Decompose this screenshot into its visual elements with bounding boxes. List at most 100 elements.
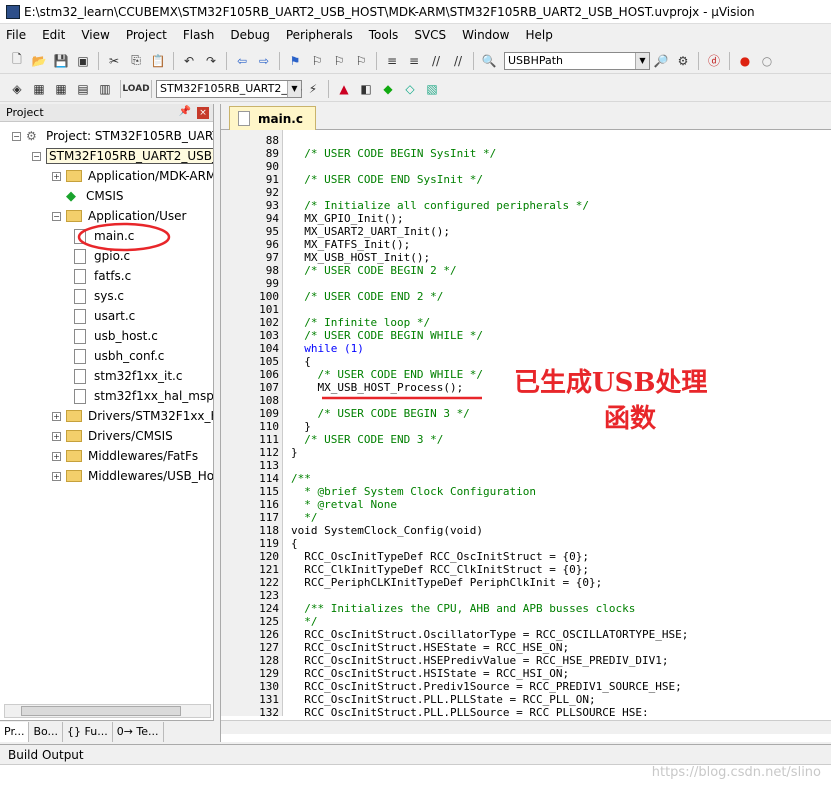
- unindent-icon[interactable]: ≡: [405, 52, 423, 70]
- chevron-down-icon[interactable]: ▼: [635, 53, 649, 69]
- indent-icon[interactable]: ≡: [383, 52, 401, 70]
- tab-main-c[interactable]: main.c: [229, 106, 316, 130]
- tree-group-item[interactable]: −Application/User: [52, 206, 186, 226]
- tree-file-item[interactable]: gpio.c: [72, 246, 130, 266]
- debug-session-icon[interactable]: ⓓ: [705, 52, 723, 70]
- tree-node-target[interactable]: − STM32F105RB_UART2_USB_HOST: [32, 146, 213, 166]
- expand-toggle[interactable]: +: [52, 432, 61, 441]
- line-number: 95: [221, 225, 279, 238]
- clear-bookmarks-icon[interactable]: ⚐: [352, 52, 370, 70]
- menu-tools[interactable]: Tools: [369, 28, 399, 42]
- target-options-icon[interactable]: ⚡: [304, 80, 322, 98]
- horizontal-scrollbar[interactable]: [4, 704, 211, 718]
- navigate-forward-icon[interactable]: ⇨: [255, 52, 273, 70]
- collapse-toggle[interactable]: −: [12, 132, 21, 141]
- translate-icon[interactable]: ◈: [8, 80, 26, 98]
- expand-toggle[interactable]: +: [52, 472, 61, 481]
- line-number: 128: [221, 654, 279, 667]
- menu-edit[interactable]: Edit: [42, 28, 65, 42]
- tree-group-item[interactable]: +Application/MDK-ARM: [52, 166, 213, 186]
- next-bookmark-icon[interactable]: ⚐: [330, 52, 348, 70]
- menu-window[interactable]: Window: [462, 28, 509, 42]
- close-icon[interactable]: ×: [197, 107, 209, 119]
- tree-group-item[interactable]: ◆CMSIS: [52, 186, 124, 206]
- incremental-find-icon[interactable]: ⚙: [674, 52, 692, 70]
- tree-item-label: Drivers/STM32F1xx_HA: [88, 409, 213, 423]
- menu-project[interactable]: Project: [126, 28, 167, 42]
- toolbar-separator: [226, 52, 227, 70]
- save-icon[interactable]: 💾: [52, 52, 70, 70]
- line-number: 112: [221, 446, 279, 459]
- menu-debug[interactable]: Debug: [230, 28, 269, 42]
- expand-toggle[interactable]: +: [52, 412, 61, 421]
- editor-horizontal-scrollbar[interactable]: [221, 720, 831, 734]
- pin-icon[interactable]: 📌: [179, 106, 191, 117]
- uncomment-icon[interactable]: //: [449, 52, 467, 70]
- manage-project-icon[interactable]: ▲: [335, 80, 353, 98]
- select-packs-icon[interactable]: ◧: [357, 80, 375, 98]
- line-number: 97: [221, 251, 279, 264]
- panel-tab-1[interactable]: Bo...: [29, 722, 63, 742]
- bookmark-icon[interactable]: ⚑: [286, 52, 304, 70]
- code-line: RCC_ClkInitTypeDef RCC_ClkInitStruct = {…: [291, 563, 589, 576]
- paste-icon[interactable]: 📋: [149, 52, 167, 70]
- menu-help[interactable]: Help: [525, 28, 552, 42]
- comment-icon[interactable]: //: [427, 52, 445, 70]
- stm32cubemx-icon[interactable]: ▧: [423, 80, 441, 98]
- new-file-icon[interactable]: 🗋: [8, 52, 26, 70]
- panel-tab-3[interactable]: 0→ Te...: [113, 722, 164, 742]
- save-all-icon[interactable]: ▣: [74, 52, 92, 70]
- tree-node-project[interactable]: − ⚙ Project: STM32F105RB_UART2_: [12, 126, 213, 146]
- pack-installer-icon[interactable]: ◇: [401, 80, 419, 98]
- redo-icon[interactable]: ↷: [202, 52, 220, 70]
- tree-group-item[interactable]: +Drivers/CMSIS: [52, 426, 173, 446]
- batch-build-icon[interactable]: ▤: [74, 80, 92, 98]
- undo-icon[interactable]: ↶: [180, 52, 198, 70]
- code-line: /* Infinite loop */: [291, 316, 430, 329]
- download-icon[interactable]: LOAD: [127, 80, 145, 98]
- tree-file-item[interactable]: stm32f1xx_hal_msp: [72, 386, 213, 406]
- stop-build-icon[interactable]: ▥: [96, 80, 114, 98]
- copy-icon[interactable]: ⎘: [127, 52, 145, 70]
- rebuild-icon[interactable]: ▦: [52, 80, 70, 98]
- disable-breakpoint-icon[interactable]: ○: [758, 52, 776, 70]
- tree-file-item[interactable]: main.c: [72, 226, 134, 246]
- collapse-toggle[interactable]: −: [32, 152, 41, 161]
- navigate-back-icon[interactable]: ⇦: [233, 52, 251, 70]
- tree-file-item[interactable]: usart.c: [72, 306, 135, 326]
- open-file-icon[interactable]: 📂: [30, 52, 48, 70]
- scrollbar-thumb[interactable]: [21, 706, 181, 716]
- code-area[interactable]: /* USER CODE BEGIN SysInit */ /* USER CO…: [285, 130, 831, 716]
- tree-group-item[interactable]: +Middlewares/USB_Host: [52, 466, 213, 486]
- target-combo[interactable]: STM32F105RB_UART2_US ▼: [156, 80, 302, 98]
- menu-view[interactable]: View: [81, 28, 109, 42]
- line-number: 116: [221, 498, 279, 511]
- menu-file[interactable]: File: [6, 28, 26, 42]
- tree-file-item[interactable]: fatfs.c: [72, 266, 131, 286]
- cut-icon[interactable]: ✂: [105, 52, 123, 70]
- code-line: RCC_OscInitStruct.PLL.PLLSource = RCC_PL…: [291, 706, 649, 716]
- tree-file-item[interactable]: usbh_conf.c: [72, 346, 164, 366]
- tree-file-item[interactable]: sys.c: [72, 286, 124, 306]
- tree-file-item[interactable]: stm32f1xx_it.c: [72, 366, 182, 386]
- prev-bookmark-icon[interactable]: ⚐: [308, 52, 326, 70]
- build-icon[interactable]: ▦: [30, 80, 48, 98]
- panel-tab-0[interactable]: Pr...: [0, 722, 29, 742]
- collapse-toggle[interactable]: −: [52, 212, 61, 221]
- find-icon[interactable]: 🔎: [652, 52, 670, 70]
- panel-tab-2[interactable]: {} Fu...: [63, 722, 113, 742]
- tree-group-item[interactable]: + Drivers/STM32F1xx_HA: [52, 406, 213, 426]
- menu-svcs[interactable]: SVCS: [414, 28, 446, 42]
- tree-group-item[interactable]: +Middlewares/FatFs: [52, 446, 198, 466]
- menu-peripherals[interactable]: Peripherals: [286, 28, 353, 42]
- manage-runtime-icon[interactable]: ◆: [379, 80, 397, 98]
- search-combo[interactable]: USBHPath ▼: [504, 52, 650, 70]
- menu-flash[interactable]: Flash: [183, 28, 214, 42]
- chevron-down-icon[interactable]: ▼: [287, 81, 301, 97]
- find-in-files-icon[interactable]: 🔍: [480, 52, 498, 70]
- expand-toggle[interactable]: +: [52, 452, 61, 461]
- breakpoint-icon[interactable]: ●: [736, 52, 754, 70]
- toolbar-separator: [698, 52, 699, 70]
- tree-file-item[interactable]: usb_host.c: [72, 326, 158, 346]
- expand-toggle[interactable]: +: [52, 172, 61, 181]
